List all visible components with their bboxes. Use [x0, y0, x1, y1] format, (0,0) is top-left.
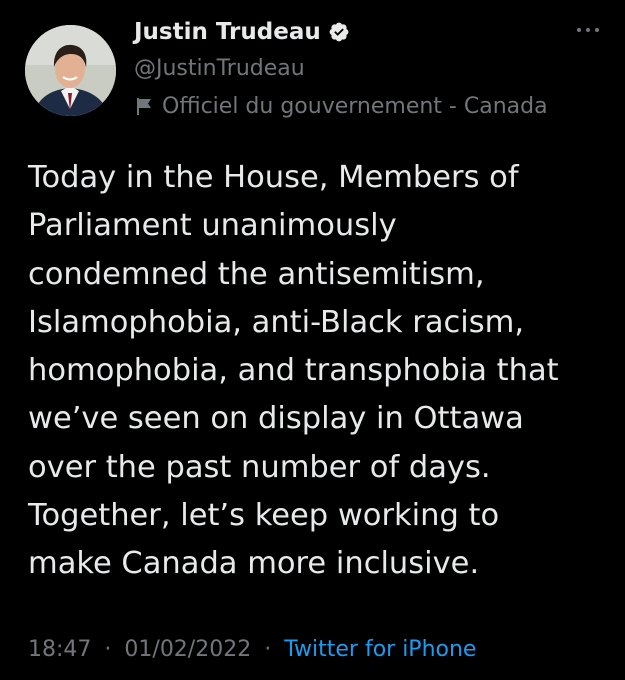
meta-separator: ·: [104, 637, 112, 662]
tweet-card: Justin Trudeau @JustinTrudeau Officiel d…: [0, 0, 625, 680]
avatar[interactable]: [25, 25, 116, 116]
more-options-icon[interactable]: [573, 22, 603, 36]
tweet-time[interactable]: 18:47: [28, 637, 91, 662]
name-row: Justin Trudeau: [134, 12, 604, 52]
avatar-image: [25, 25, 116, 116]
affiliation-text: Officiel du gouvernement - Canada: [162, 93, 548, 119]
tweet-date[interactable]: 01/02/2022: [124, 637, 251, 662]
tweet-header: Justin Trudeau @JustinTrudeau Officiel d…: [134, 12, 604, 126]
affiliation-label[interactable]: Officiel du gouvernement - Canada: [134, 86, 604, 126]
author-name[interactable]: Justin Trudeau: [134, 19, 321, 45]
verified-badge-icon: [328, 21, 350, 43]
tweet-text: Today in the House, Members of Parliamen…: [28, 160, 559, 582]
tweet-metadata: 18:47 · 01/02/2022 · Twitter for iPhone: [28, 630, 476, 670]
government-flag-icon: [134, 95, 154, 117]
meta-separator: ·: [264, 637, 272, 662]
tweet-source-link[interactable]: Twitter for iPhone: [284, 637, 476, 662]
author-handle[interactable]: @JustinTrudeau: [134, 52, 604, 86]
